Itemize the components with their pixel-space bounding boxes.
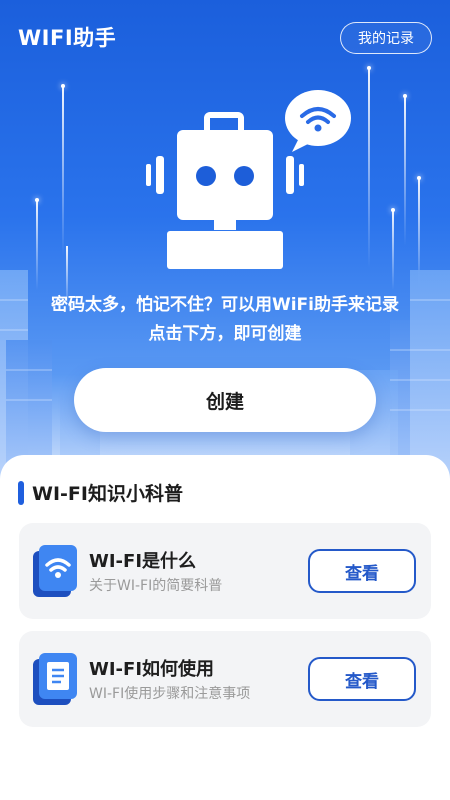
- light-dot: [417, 176, 421, 180]
- section-title: WI-FI知识小科普: [32, 483, 183, 505]
- light-beam: [368, 68, 370, 268]
- wifi-icon: [33, 545, 77, 597]
- knowledge-panel: WI-FI知识小科普 WI-FI是什么 关于WI-FI的简要科普 查看 WI-F…: [0, 455, 450, 800]
- light-beam: [62, 86, 64, 256]
- card-title: WI-FI如何使用: [89, 659, 215, 680]
- hero-description-line2: 点击下方，即可创建: [148, 324, 302, 344]
- knowledge-card-how-to-use-wifi[interactable]: WI-FI如何使用 WI-FI使用步骤和注意事项 查看: [19, 631, 431, 727]
- view-button[interactable]: 查看: [308, 549, 416, 593]
- hero-banner: WIFI助手 我的记录 密码太多，怕记不住？可以用WiFi助手来记录 点击下方，…: [0, 0, 450, 480]
- light-dot: [403, 94, 407, 98]
- card-title: WI-FI是什么: [89, 551, 197, 572]
- card-subtitle: 关于WI-FI的简要科普: [89, 578, 223, 594]
- robot-illustration: [146, 90, 351, 269]
- knowledge-card-what-is-wifi[interactable]: WI-FI是什么 关于WI-FI的简要科普 查看: [19, 523, 431, 619]
- app-title: WIFI助手: [18, 26, 117, 50]
- light-beam: [404, 96, 406, 246]
- light-dot: [61, 84, 65, 88]
- light-dot: [367, 66, 371, 70]
- card-subtitle: WI-FI使用步骤和注意事项: [89, 686, 251, 702]
- view-button[interactable]: 查看: [308, 657, 416, 701]
- section-header: WI-FI知识小科普: [18, 479, 183, 506]
- hero-description-line1: 密码太多，怕记不住？可以用WiFi助手来记录: [50, 295, 400, 315]
- light-dot: [391, 208, 395, 212]
- create-button[interactable]: 创建: [74, 368, 376, 432]
- my-records-button[interactable]: 我的记录: [340, 22, 432, 54]
- city-skyline-illustration: [0, 270, 450, 480]
- section-accent-bar: [18, 480, 24, 505]
- light-dot: [35, 198, 39, 202]
- wifi-bubble-icon: [285, 90, 351, 152]
- document-icon: [33, 653, 77, 705]
